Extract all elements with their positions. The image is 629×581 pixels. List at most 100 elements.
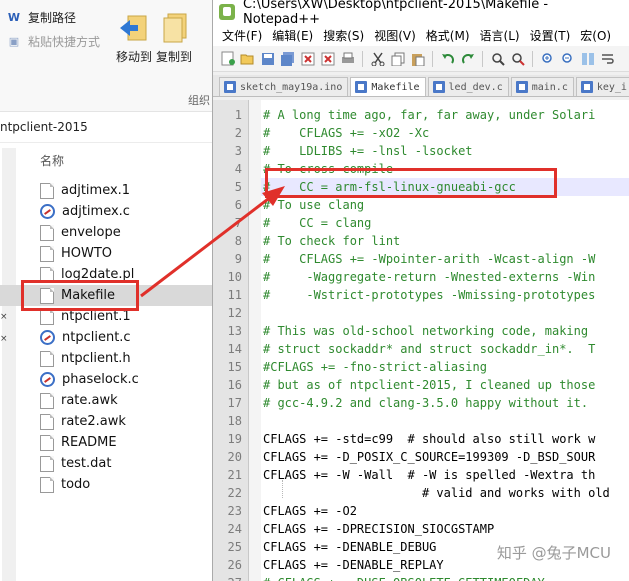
new-file-icon[interactable]: [219, 50, 236, 67]
code-line[interactable]: # but as of ntpclient-2015, I cleaned up…: [263, 376, 595, 394]
notepad-plus-plus-window: C:\Users\XW\Desktop\ntpclient-2015\Makef…: [212, 0, 629, 581]
file-item[interactable]: test.dat: [40, 453, 212, 474]
file-item[interactable]: todo: [40, 474, 212, 495]
saved-file-icon: [432, 81, 445, 93]
current-folder-row[interactable]: ntpclient-2015: [0, 113, 212, 143]
move-to-button[interactable]: 移动到: [112, 12, 156, 65]
menu-item[interactable]: 设置(T): [525, 27, 576, 44]
file-item[interactable]: phaselock.c: [40, 369, 212, 390]
code-line[interactable]: CFLAGS += -std=c99 # should also still w…: [263, 430, 595, 448]
code-line[interactable]: # A long time ago, far, far away, under …: [263, 106, 595, 124]
file-list: adjtimex.1 adjtimex.c envelope HOWTO log2dat…: [0, 180, 212, 495]
save-all-icon[interactable]: [279, 50, 296, 67]
code-line[interactable]: # valid and works with old: [263, 484, 610, 502]
line-number: 11: [227, 288, 242, 302]
file-item[interactable]: rate.awk: [40, 390, 212, 411]
file-item[interactable]: adjtimex.1: [40, 180, 212, 201]
file-item[interactable]: ntpclient.h: [40, 348, 212, 369]
line-number: 4: [234, 162, 242, 176]
code-line[interactable]: # LDLIBS += -lnsl -lsocket: [263, 142, 473, 160]
code-line[interactable]: # -Waggregate-return -Wnested-externs -W…: [263, 268, 595, 286]
code-line[interactable]: CFLAGS += -DPRECISION_SIOCGSTAMP: [263, 520, 494, 538]
document-file-icon: [40, 245, 54, 262]
code-line[interactable]: # CC = clang: [263, 214, 371, 232]
code-line[interactable]: # -Wstrict-prototypes -Wmissing-prototyp…: [263, 286, 595, 304]
print-icon[interactable]: [339, 50, 356, 67]
code-line[interactable]: # To use clang: [263, 196, 364, 214]
line-number: 20: [227, 450, 242, 464]
code-line[interactable]: CFLAGS += -DENABLE_REPLAY: [263, 556, 444, 574]
file-item[interactable]: ntpclient.c: [40, 327, 212, 348]
menu-item[interactable]: 搜索(S): [318, 27, 369, 44]
menu-item[interactable]: 格式(M): [421, 27, 475, 44]
window-title: C:\Users\XW\Desktop\ntpclient-2015\Makef…: [242, 0, 549, 27]
file-item[interactable]: envelope: [40, 222, 212, 243]
menu-item[interactable]: 文件(F): [217, 27, 267, 44]
line-number: 25: [227, 540, 242, 554]
document-tab[interactable]: sketch_may19a.ino: [219, 77, 349, 96]
replace-icon[interactable]: [509, 50, 526, 67]
code-line[interactable]: # CFLAGS += -xO2 -Xc: [263, 124, 429, 142]
menu-item[interactable]: 宏(O): [575, 27, 616, 44]
code-line[interactable]: #CFLAGS += -fno-strict-aliasing: [263, 358, 487, 376]
fold-margin: [249, 100, 261, 581]
column-header-name[interactable]: 名称: [40, 152, 64, 169]
makefile-highlight-box: [21, 280, 139, 311]
file-item[interactable]: rate2.awk: [40, 411, 212, 432]
word-wrap-icon[interactable]: [599, 50, 616, 67]
code-line[interactable]: CFLAGS += -W -Wall # -W is spelled -Wext…: [263, 466, 595, 484]
line-number: 3: [234, 144, 242, 158]
find-icon[interactable]: [489, 50, 506, 67]
toolbar: [213, 46, 629, 72]
code-line[interactable]: CFLAGS += -DENABLE_DEBUG: [263, 538, 436, 556]
copy-path-icon: W: [7, 10, 21, 24]
document-tab[interactable]: key_i: [575, 77, 629, 96]
code-line[interactable]: # This was old-school networking code, m…: [263, 322, 588, 340]
close-file-icon[interactable]: [299, 50, 316, 67]
navigation-pane-scrollbar[interactable]: [2, 148, 16, 581]
menu-item[interactable]: 视图(V): [369, 27, 421, 44]
document-file-icon: [40, 392, 54, 409]
file-name: adjtimex.c: [62, 204, 130, 219]
file-name: rate2.awk: [61, 414, 126, 429]
toolbar-separator: [482, 50, 483, 67]
zoom-out-icon[interactable]: [559, 50, 576, 67]
code-line[interactable]: # gcc-4.9.2 and clang-3.5.0 happy withou…: [263, 394, 588, 412]
copy-icon[interactable]: [389, 50, 406, 67]
window-titlebar[interactable]: C:\Users\XW\Desktop\ntpclient-2015\Makef…: [213, 0, 629, 27]
line-number: 10: [227, 270, 242, 284]
code-line[interactable]: # CFLAGS += -DUSE_OBSOLETE_GETTIMEOFDAY: [263, 574, 545, 581]
sync-scroll-icon[interactable]: [579, 50, 596, 67]
copy-path-button[interactable]: W 复制路径: [6, 8, 76, 26]
document-tab[interactable]: Makefile: [350, 77, 426, 96]
copy-to-button[interactable]: 复制到: [152, 12, 196, 65]
document-tab[interactable]: led_dev.c: [427, 77, 509, 96]
notepad-app-icon: [219, 4, 235, 20]
document-tab[interactable]: main.c: [510, 77, 574, 96]
cut-icon[interactable]: [369, 50, 386, 67]
menu-item[interactable]: 编辑(E): [267, 27, 318, 44]
paste-icon[interactable]: [409, 50, 426, 67]
redo-icon[interactable]: [459, 50, 476, 67]
copy-path-label: 复制路径: [28, 10, 77, 25]
code-line[interactable]: # To check for lint: [263, 232, 400, 250]
save-icon[interactable]: [259, 50, 276, 67]
saved-file-icon: [515, 81, 528, 93]
watermark-text: 知乎 @兔子MCU: [494, 542, 613, 563]
line-number: 18: [227, 414, 242, 428]
paste-shortcut-button[interactable]: ▣ 粘贴快捷方式: [6, 32, 100, 50]
file-item[interactable]: adjtimex.c: [40, 201, 212, 222]
code-line[interactable]: # CFLAGS += -Wpointer-arith -Wcast-align…: [263, 250, 595, 268]
zoom-in-icon[interactable]: [539, 50, 556, 67]
code-line[interactable]: CFLAGS += -D_POSIX_C_SOURCE=199309 -D_BS…: [263, 448, 595, 466]
file-item[interactable]: HOWTO: [40, 243, 212, 264]
open-file-icon[interactable]: [239, 50, 256, 67]
undo-icon[interactable]: [439, 50, 456, 67]
code-line[interactable]: CFLAGS += -O2: [263, 502, 357, 520]
file-item[interactable]: README: [40, 432, 212, 453]
tab-label: led_dev.c: [448, 81, 503, 93]
close-all-icon[interactable]: [319, 50, 336, 67]
code-line[interactable]: # struct sockaddr* and struct sockaddr_i…: [263, 340, 595, 358]
menu-item[interactable]: 语言(L): [475, 27, 525, 44]
line-number: 9: [234, 252, 242, 266]
